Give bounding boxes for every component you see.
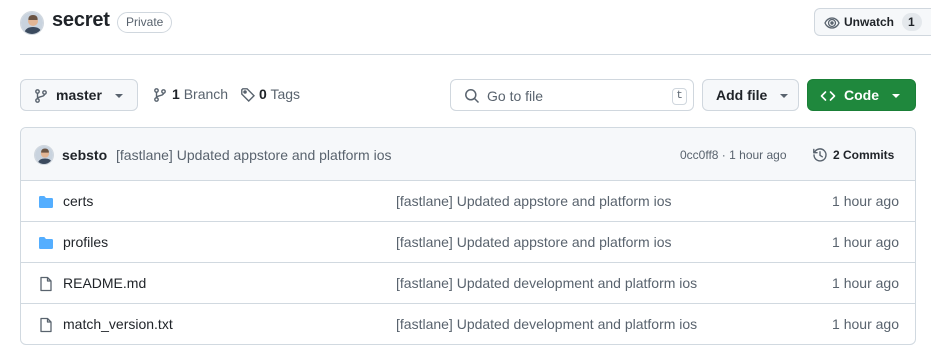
file-age: 1 hour ago bbox=[832, 275, 899, 291]
repo-header: secret Private Unwatch 1 bbox=[0, 0, 931, 54]
file-commit-message[interactable]: [fastlane] Updated appstore and platform… bbox=[396, 193, 672, 209]
go-to-file-search[interactable]: t bbox=[450, 79, 694, 111]
code-icon bbox=[820, 88, 836, 107]
eye-icon bbox=[824, 15, 840, 34]
unwatch-button[interactable]: Unwatch 1 bbox=[814, 8, 931, 36]
search-icon bbox=[464, 88, 480, 107]
commit-author[interactable]: sebsto bbox=[62, 147, 107, 163]
file-icon bbox=[38, 317, 54, 336]
file-row-profiles[interactable]: profiles [fastlane] Updated appstore and… bbox=[21, 222, 915, 263]
watch-count: 1 bbox=[902, 13, 922, 31]
chevron-down-icon bbox=[892, 94, 900, 98]
file-age: 1 hour ago bbox=[832, 193, 899, 209]
keyboard-shortcut-hint: t bbox=[672, 88, 687, 105]
commit-message[interactable]: [fastlane] Updated appstore and platform… bbox=[116, 147, 392, 163]
branch-name: master bbox=[56, 87, 102, 103]
add-file-button[interactable]: Add file bbox=[702, 79, 799, 111]
code-button[interactable]: Code bbox=[807, 79, 916, 111]
search-input[interactable] bbox=[487, 86, 667, 106]
code-label: Code bbox=[844, 87, 879, 103]
repo-name[interactable]: secret bbox=[52, 9, 110, 32]
file-row-certs[interactable]: certs [fastlane] Updated appstore and pl… bbox=[21, 181, 915, 222]
header-divider bbox=[20, 54, 931, 55]
file-name[interactable]: certs bbox=[63, 193, 93, 209]
tags-count: 0 bbox=[259, 86, 267, 102]
commit-author-avatar[interactable] bbox=[34, 145, 54, 165]
file-name[interactable]: README.md bbox=[63, 275, 146, 291]
commits-count: 2 Commits bbox=[833, 148, 895, 162]
folder-icon bbox=[38, 235, 54, 254]
owner-avatar[interactable] bbox=[20, 11, 44, 35]
chevron-down-icon bbox=[780, 94, 788, 98]
file-name[interactable]: match_version.txt bbox=[63, 316, 173, 332]
branch-select-button[interactable]: master bbox=[20, 79, 138, 111]
file-name[interactable]: profiles bbox=[63, 234, 108, 250]
file-age: 1 hour ago bbox=[832, 234, 899, 250]
git-branch-icon bbox=[152, 87, 168, 106]
visibility-badge: Private bbox=[117, 12, 173, 33]
file-commit-message[interactable]: [fastlane] Updated development and platf… bbox=[396, 316, 697, 332]
file-commit-message[interactable]: [fastlane] Updated appstore and platform… bbox=[396, 234, 672, 250]
file-row-readme[interactable]: README.md [fastlane] Updated development… bbox=[21, 263, 915, 304]
branches-count: 1 bbox=[172, 86, 180, 102]
history-icon bbox=[812, 147, 828, 166]
file-table: sebsto [fastlane] Updated appstore and p… bbox=[20, 127, 916, 345]
tags-label: Tags bbox=[270, 86, 301, 102]
tag-icon bbox=[240, 87, 256, 106]
latest-commit-bar: sebsto [fastlane] Updated appstore and p… bbox=[21, 128, 915, 181]
add-file-label: Add file bbox=[716, 87, 768, 103]
branches-label: Branch bbox=[183, 86, 229, 102]
chevron-down-icon bbox=[115, 94, 123, 98]
file-age: 1 hour ago bbox=[832, 316, 899, 332]
file-icon bbox=[38, 276, 54, 295]
commit-hash-and-time[interactable]: 0cc0ff8 · 1 hour ago bbox=[680, 148, 787, 162]
git-branch-icon bbox=[33, 88, 49, 107]
file-row-match-version[interactable]: match_version.txt [fastlane] Updated dev… bbox=[21, 304, 915, 344]
unwatch-label: Unwatch bbox=[844, 15, 895, 29]
folder-icon bbox=[38, 194, 54, 213]
file-commit-message[interactable]: [fastlane] Updated development and platf… bbox=[396, 275, 697, 291]
